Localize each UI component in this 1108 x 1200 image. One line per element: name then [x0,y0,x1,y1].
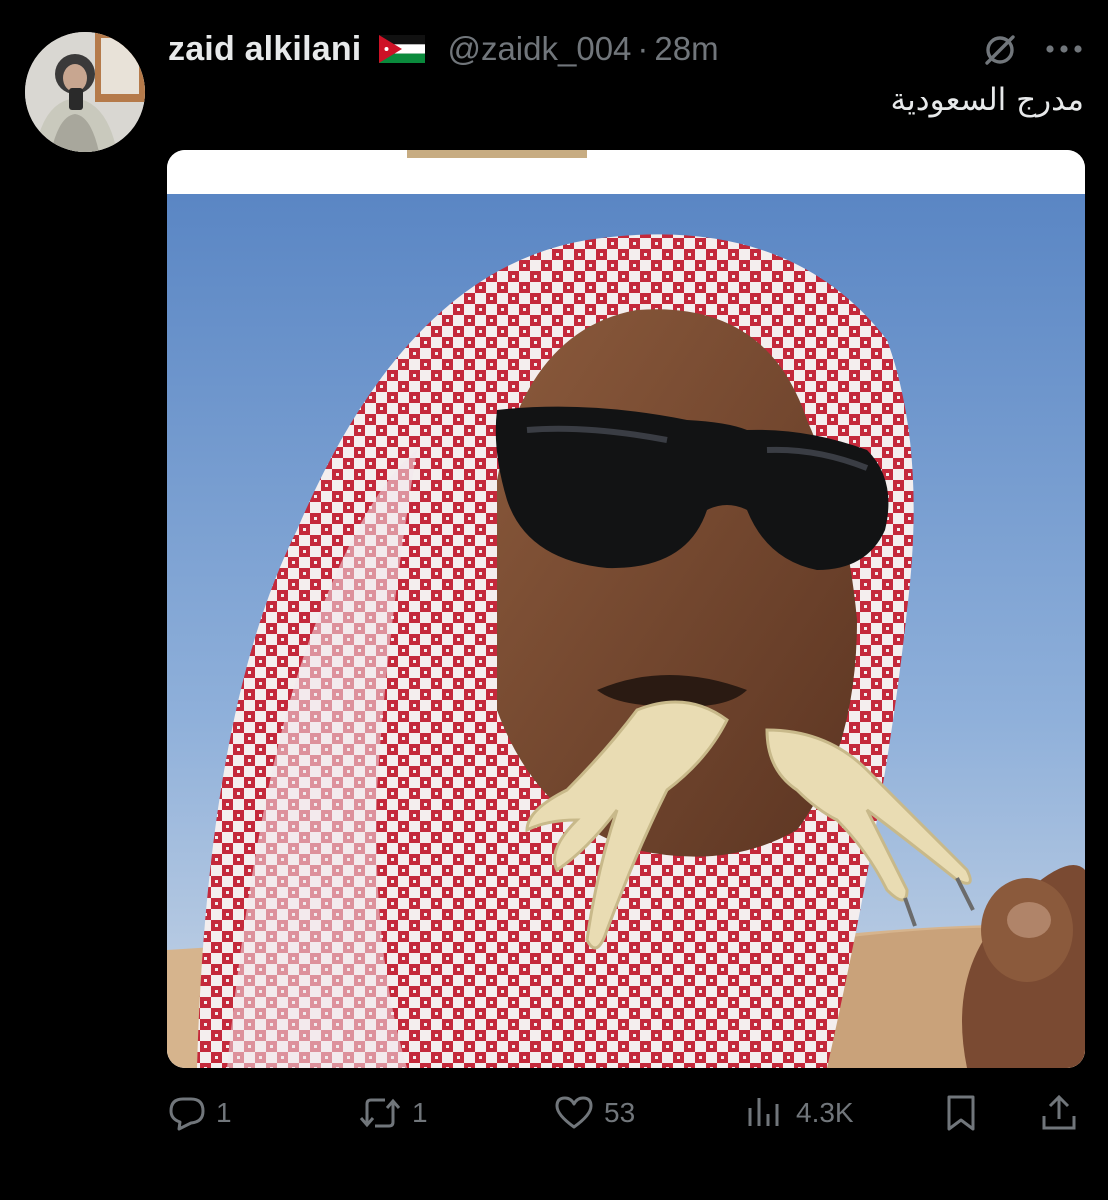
author-display-name[interactable]: zaid alkilani [168,30,361,69]
like-button[interactable]: 53 [554,1088,635,1138]
author-handle[interactable]: @zaidk_004 [447,30,631,68]
tweet-text: مدرج السعودية [890,82,1084,118]
bar-chart-icon [748,1098,779,1126]
reply-button[interactable]: 1 [168,1088,232,1138]
avatar-image [25,32,145,152]
bookmark-button[interactable] [944,1088,978,1138]
tweet-media-photo[interactable] [167,150,1085,1068]
bookmark-icon [947,1095,975,1131]
repost-button[interactable]: 1 [358,1088,428,1138]
share-button[interactable] [1040,1088,1078,1138]
share-upload-icon [1042,1094,1076,1130]
repost-count: 1 [412,1097,428,1128]
more-dots-icon[interactable] [1042,34,1086,64]
reply-count: 1 [216,1097,232,1128]
author-avatar[interactable] [25,32,145,152]
media-image [167,150,1085,1068]
tweet-actions-bar: 1 1 53 4.3K [0,1088,1108,1138]
meta-separator: · [637,30,649,67]
views-button[interactable]: 4.3K [746,1088,854,1138]
heart-icon [555,1096,593,1129]
grok-icon[interactable] [980,30,1020,70]
like-count: 53 [604,1097,636,1128]
jordan-flag-icon [379,35,426,63]
views-count: 4.3K [796,1097,854,1128]
repost-arrows-icon [359,1098,401,1128]
speech-bubble-icon [169,1097,205,1131]
author-line: zaid alkilani @zaidk_004 · 28m [168,25,719,73]
post-time[interactable]: 28m [654,30,718,68]
